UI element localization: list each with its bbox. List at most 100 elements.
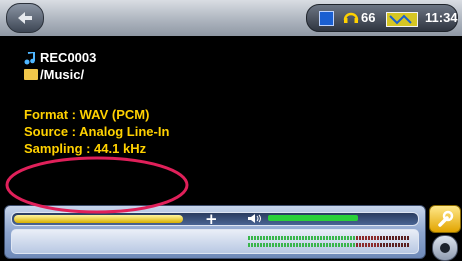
level-meter-segment — [341, 236, 343, 240]
highlight-ellipse — [5, 156, 189, 214]
level-meter-segment — [287, 243, 289, 247]
menu-button[interactable] — [432, 235, 458, 261]
format-line: Format : WAV (PCM) — [24, 107, 150, 122]
level-meter-segment — [380, 236, 382, 240]
level-meter-segment — [299, 243, 301, 247]
level-meter-segment — [254, 243, 256, 247]
level-meter-segment — [347, 243, 349, 247]
level-meter-segment — [281, 243, 283, 247]
level-meter-segment — [344, 236, 346, 240]
level-meter-segment — [275, 236, 277, 240]
level-meter-segment — [344, 243, 346, 247]
level-meter-segment — [329, 236, 331, 240]
level-meter-segment — [314, 236, 316, 240]
wrench-icon — [438, 210, 454, 227]
level-meter-segment — [314, 243, 316, 247]
level-meter-segment — [320, 236, 322, 240]
clock: 11:34 — [425, 10, 458, 25]
plus-icon[interactable]: + — [205, 210, 218, 228]
level-meter-segment — [377, 236, 379, 240]
level-meter-segment — [257, 236, 259, 240]
level-meter-segment — [350, 236, 352, 240]
level-meter-segment — [353, 236, 355, 240]
level-meter-segment — [251, 236, 253, 240]
level-meter-segment — [293, 236, 295, 240]
level-meter-segment — [287, 236, 289, 240]
settings-button[interactable] — [429, 205, 461, 233]
level-meter-segment — [392, 243, 394, 247]
top-bar: 66 11:34 — [0, 0, 462, 36]
level-meter-segment — [266, 236, 268, 240]
folder-path: /Music/ — [40, 67, 85, 82]
level-meter-segment — [386, 243, 388, 247]
level-meter-segment — [281, 236, 283, 240]
level-meter-segment — [356, 236, 358, 240]
level-meter-segment — [311, 243, 313, 247]
level-meter-segment — [377, 243, 379, 247]
level-meter-segment — [383, 236, 385, 240]
level-meter-segment — [335, 243, 337, 247]
file-name: REC0003 — [40, 50, 97, 65]
level-meter-segment — [374, 236, 376, 240]
level-meter-segment — [395, 243, 397, 247]
level-meter-segment — [263, 243, 265, 247]
level-meter-segment — [269, 236, 271, 240]
headphones-icon — [343, 12, 359, 23]
level-meter-segment — [398, 236, 400, 240]
level-meter-segment — [323, 236, 325, 240]
level-meter-segment — [251, 243, 253, 247]
level-meter-segment — [389, 236, 391, 240]
sampling-line: Sampling : 44.1 kHz — [24, 141, 147, 156]
level-meter-segment — [284, 243, 286, 247]
level-meter-segment — [341, 243, 343, 247]
level-meter-segment — [368, 236, 370, 240]
level-meter-segment — [266, 243, 268, 247]
level-meter-segment — [401, 243, 403, 247]
level-meter-segment — [254, 236, 256, 240]
level-meter-segment — [284, 236, 286, 240]
level-meter-segment — [374, 243, 376, 247]
level-meter-segment — [362, 243, 364, 247]
level-meter-segment — [317, 236, 319, 240]
level-meter-segment — [248, 236, 250, 240]
level-meter-segment — [296, 243, 298, 247]
level-meter-segment — [356, 243, 358, 247]
right-level-meter — [248, 243, 409, 247]
level-meter-segment — [275, 243, 277, 247]
level-meter-segment — [332, 236, 334, 240]
progress-fill — [14, 215, 183, 223]
level-meter-segment — [305, 243, 307, 247]
level-meter-segment — [329, 243, 331, 247]
level-meter-segment — [323, 243, 325, 247]
level-meter-segment — [359, 243, 361, 247]
level-meter-segment — [260, 243, 262, 247]
level-meter-segment — [278, 236, 280, 240]
level-meter-segment — [350, 243, 352, 247]
level-meter-segment — [332, 243, 334, 247]
level-meter-segment — [392, 236, 394, 240]
level-meter-segment — [290, 236, 292, 240]
level-meter-segment — [320, 243, 322, 247]
level-meter-segment — [371, 236, 373, 240]
level-meter-segment — [263, 236, 265, 240]
level-meter-segment — [407, 243, 409, 247]
level-meter-segment — [326, 236, 328, 240]
back-button[interactable] — [6, 3, 44, 33]
level-meter-segment — [386, 236, 388, 240]
dot-icon — [440, 243, 450, 253]
level-meter-segment — [404, 243, 406, 247]
level-meter-segment — [365, 243, 367, 247]
level-meter-segment — [395, 236, 397, 240]
level-meter-segment — [311, 236, 313, 240]
level-meter-segment — [326, 243, 328, 247]
level-meter-segment — [293, 243, 295, 247]
level-meter-segment — [389, 243, 391, 247]
level-meter-segment — [257, 243, 259, 247]
level-meter-segment — [308, 236, 310, 240]
level-meter-segment — [290, 243, 292, 247]
level-meter-segment — [278, 243, 280, 247]
level-meter-segment — [335, 236, 337, 240]
volume-level-bar[interactable] — [268, 215, 358, 221]
speaker-icon — [248, 214, 261, 223]
stop-icon — [319, 11, 334, 26]
